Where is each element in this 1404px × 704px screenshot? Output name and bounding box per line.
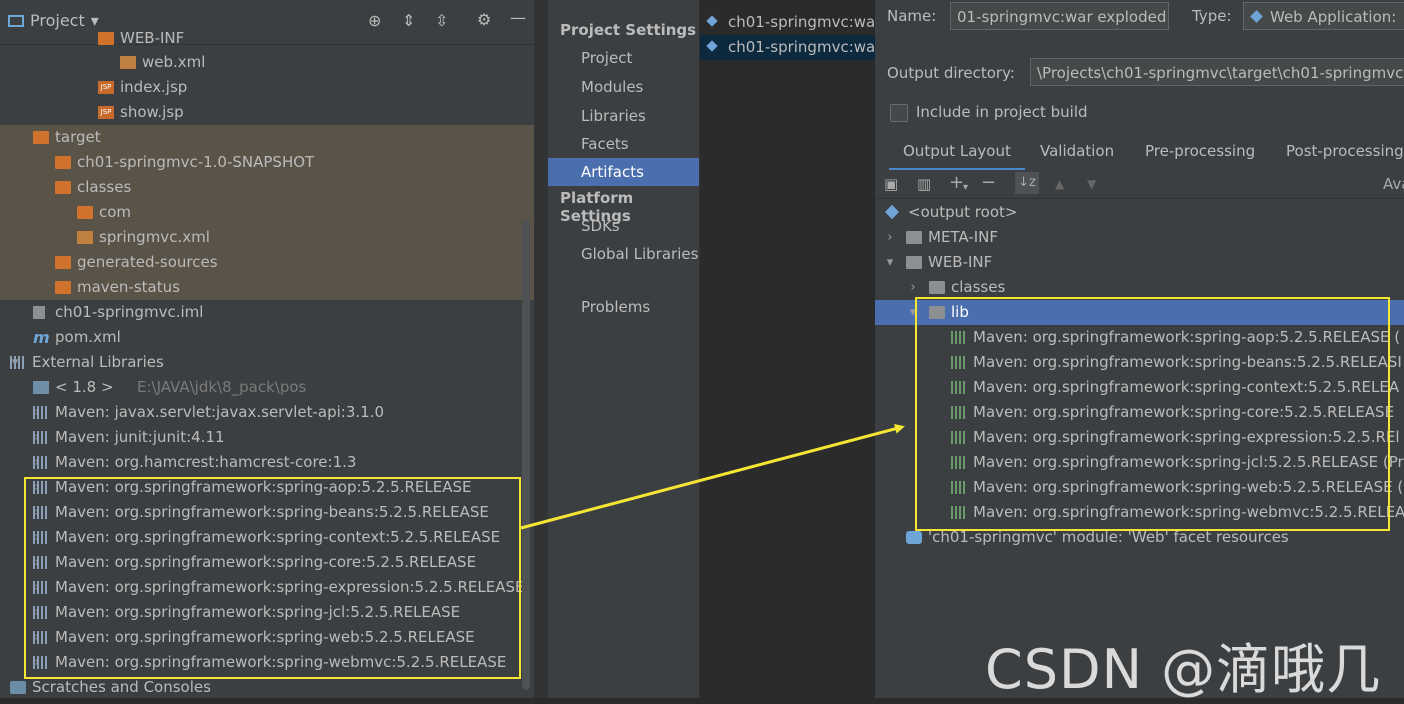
arrow-annotation: [520, 423, 905, 530]
watermark: CSDN @滴哦几: [985, 638, 1382, 701]
